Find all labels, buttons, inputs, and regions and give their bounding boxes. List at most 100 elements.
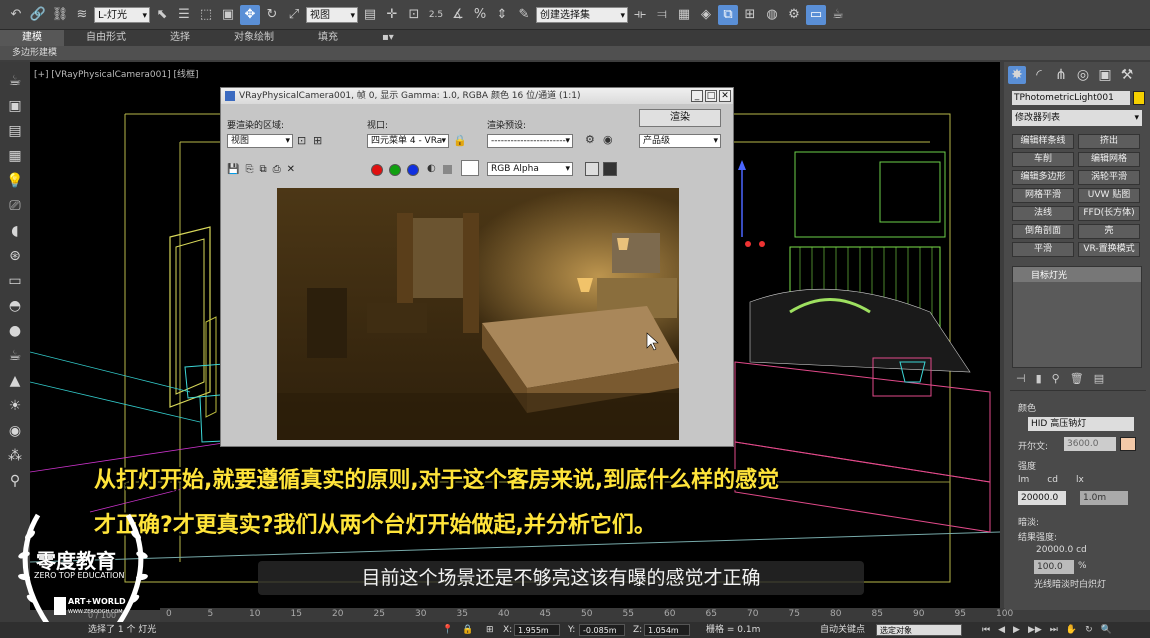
- intensity-value-field[interactable]: 20000.0: [1018, 491, 1066, 505]
- go-to-end-icon[interactable]: ⏭: [1050, 622, 1058, 638]
- y-coordinate-field[interactable]: -0.085m: [579, 624, 625, 636]
- light-icon[interactable]: 💡: [6, 172, 24, 190]
- rotate-icon[interactable]: ↻: [262, 5, 282, 25]
- quality-dropdown[interactable]: 产品级: [639, 134, 721, 148]
- graphite-toggle-icon[interactable]: ◈: [696, 5, 716, 25]
- modifier-button[interactable]: 编辑样条线: [1012, 134, 1074, 149]
- z-coordinate-field[interactable]: 1.054m: [644, 624, 690, 636]
- unlink-icon[interactable]: ⛓: [50, 5, 70, 25]
- tab-object-paint[interactable]: 对象绘制: [212, 30, 296, 46]
- render-production-icon[interactable]: ☕: [828, 5, 848, 25]
- modifier-button[interactable]: 挤出: [1078, 134, 1140, 149]
- region-edit-icon[interactable]: ⊡: [297, 134, 306, 147]
- display-tab-icon[interactable]: ▣: [1096, 66, 1114, 84]
- select-by-name-icon[interactable]: ☰: [174, 5, 194, 25]
- teapot-icon[interactable]: ☕: [6, 72, 24, 90]
- preset-dropdown[interactable]: ------------------------: [487, 134, 573, 148]
- orbit-icon[interactable]: ↻: [1085, 622, 1093, 638]
- auto-key-button[interactable]: 自动关键点: [820, 622, 865, 638]
- rect-selection-icon[interactable]: ⬚: [196, 5, 216, 25]
- spinner-snap-icon[interactable]: ⇕: [492, 5, 512, 25]
- selection-filter-dropdown[interactable]: L-灯光: [94, 6, 150, 24]
- percent-field[interactable]: 100.0: [1034, 560, 1074, 574]
- stack-item-target-light[interactable]: 目标灯光: [1013, 267, 1141, 282]
- modifier-button[interactable]: 网格平滑: [1012, 188, 1074, 203]
- zoom-icon[interactable]: 🔍: [1101, 622, 1112, 638]
- modifier-button[interactable]: VR-置换模式: [1078, 242, 1140, 257]
- area-dropdown[interactable]: 视图: [227, 134, 293, 148]
- unit-lm-radio[interactable]: lm: [1018, 475, 1029, 485]
- modifier-button[interactable]: 壳: [1078, 224, 1140, 239]
- display-icon[interactable]: [585, 162, 599, 176]
- select-manipulate-icon[interactable]: ✛: [382, 5, 402, 25]
- scale-icon[interactable]: ⤢: [284, 5, 304, 25]
- window-crossing-icon[interactable]: ▣: [218, 5, 238, 25]
- configure-sets-icon[interactable]: ▤: [1094, 372, 1104, 385]
- teapot-small-icon[interactable]: ☕: [6, 347, 24, 365]
- unit-lx-radio[interactable]: lx: [1076, 475, 1084, 485]
- modifier-button[interactable]: UVW 贴图: [1078, 188, 1140, 203]
- ribbon-options-icon[interactable]: ▪▾: [360, 30, 416, 46]
- percent-snap-icon[interactable]: %: [470, 5, 490, 25]
- viewport-dropdown[interactable]: 四元菜单 4 - VRa: [367, 134, 449, 148]
- modifier-button[interactable]: 倒角剖面: [1012, 224, 1074, 239]
- orb-icon[interactable]: ◉: [6, 422, 24, 440]
- modifier-button[interactable]: 车削: [1012, 152, 1074, 167]
- grid-icon[interactable]: ▦: [6, 147, 24, 165]
- cone-icon[interactable]: ▲: [6, 372, 24, 390]
- lock-icon[interactable]: 🔒: [453, 134, 467, 147]
- material-editor-icon[interactable]: ◍: [762, 5, 782, 25]
- pin-stack-icon[interactable]: ⊣: [1016, 372, 1026, 385]
- hierarchy-tab-icon[interactable]: ⋔: [1052, 66, 1070, 84]
- clear-icon[interactable]: ✕: [287, 164, 295, 175]
- tab-freeform[interactable]: 自由形式: [64, 30, 148, 46]
- absolute-mode-icon[interactable]: ⊞: [486, 622, 494, 638]
- distance-field[interactable]: 1.0m: [1080, 491, 1128, 505]
- bone-icon[interactable]: ⚲: [6, 472, 24, 490]
- blue-channel-toggle[interactable]: [407, 164, 419, 176]
- utilities-tab-icon[interactable]: ⚒: [1118, 66, 1136, 84]
- align-icon[interactable]: ⫤: [652, 5, 672, 25]
- speaker-icon[interactable]: ◖: [6, 222, 24, 240]
- show-vfb-icon[interactable]: [603, 162, 617, 176]
- clone-window-icon[interactable]: ⧉: [259, 164, 266, 175]
- lamp-off-checkbox-label[interactable]: 光线暗淡时白炽灯: [1034, 577, 1106, 590]
- red-channel-toggle[interactable]: [371, 164, 383, 176]
- modifier-button[interactable]: 法线: [1012, 206, 1074, 221]
- pin-icon[interactable]: 📍: [442, 622, 453, 638]
- modifier-button[interactable]: 编辑网格: [1078, 152, 1140, 167]
- mono-toggle-icon[interactable]: [443, 165, 452, 174]
- maximize-icon[interactable]: □: [705, 90, 717, 102]
- pivot-center-icon[interactable]: ▤: [360, 5, 380, 25]
- undo-icon[interactable]: ↶: [6, 5, 26, 25]
- layers-icon[interactable]: ▤: [6, 122, 24, 140]
- make-unique-icon[interactable]: ⚲: [1052, 372, 1060, 385]
- render-setup-icon[interactable]: ⚙: [784, 5, 804, 25]
- next-frame-icon[interactable]: ▶▶: [1028, 622, 1042, 638]
- motion-tab-icon[interactable]: ◎: [1074, 66, 1092, 84]
- modifier-button[interactable]: 平滑: [1012, 242, 1074, 257]
- curve-editor-icon[interactable]: ⧉: [718, 4, 738, 25]
- alpha-toggle-icon[interactable]: ◐: [427, 163, 436, 174]
- schematic-view-icon[interactable]: ⊞: [740, 5, 760, 25]
- angle-snap-icon[interactable]: ∡: [448, 5, 468, 25]
- minimize-icon[interactable]: _: [691, 90, 703, 102]
- snap-toggle-icon[interactable]: 2.5: [426, 5, 446, 25]
- render-icon[interactable]: ▣: [6, 97, 24, 115]
- bind-spacewarp-icon[interactable]: ≋: [72, 5, 92, 25]
- named-selection-dropdown[interactable]: 创建选择集: [536, 6, 628, 24]
- modify-tab-icon[interactable]: ◜: [1030, 66, 1048, 84]
- rendered-frame-icon[interactable]: ▭: [806, 4, 826, 25]
- environment-icon[interactable]: ◉: [603, 133, 613, 146]
- plane-icon[interactable]: ▭: [6, 272, 24, 290]
- render-button[interactable]: 渲染: [639, 109, 721, 127]
- set-key-dropdown[interactable]: 选定对象: [876, 624, 962, 636]
- lamp-type-dropdown[interactable]: HID 高压钠灯: [1028, 417, 1134, 431]
- close-icon[interactable]: ✕: [719, 90, 731, 102]
- layer-manager-icon[interactable]: ▦: [674, 5, 694, 25]
- kelvin-field[interactable]: 3600.0: [1064, 437, 1116, 451]
- rendered-image[interactable]: [277, 188, 679, 440]
- mirror-icon[interactable]: ⟛: [630, 5, 650, 25]
- object-name-field[interactable]: TPhotometricLight001: [1012, 91, 1130, 105]
- object-color-swatch[interactable]: [1133, 91, 1145, 105]
